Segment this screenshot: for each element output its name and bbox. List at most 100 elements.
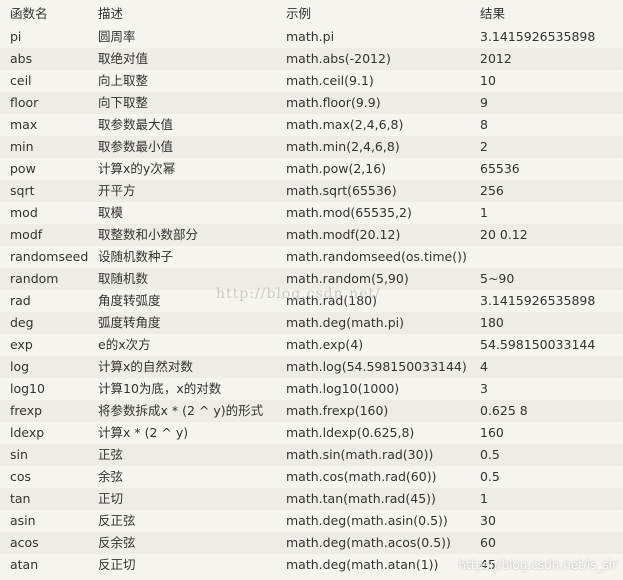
- cell-example: math.pi: [286, 29, 335, 44]
- cell-function-name: acos: [10, 535, 39, 550]
- table-row: min 取参数最小值 math.min(2,4,6,8) 2: [0, 136, 623, 158]
- cell-function-name: pow: [10, 161, 36, 176]
- cell-example: math.random(5,90): [286, 271, 409, 286]
- cell-function-name: abs: [10, 51, 33, 66]
- cell-description: 取参数最小值: [98, 139, 174, 154]
- cell-example: math.deg(math.pi): [286, 315, 404, 330]
- header-example: 示例: [286, 6, 312, 21]
- table-row: floor 向下取整 math.floor(9.9) 9: [0, 92, 623, 114]
- cell-description: 计算10为底，x的对数: [98, 381, 222, 396]
- cell-description: 计算x的y次幂: [98, 161, 176, 176]
- cell-example: math.mod(65535,2): [286, 205, 412, 220]
- cell-result: 256: [480, 183, 504, 198]
- cell-description: 取整数和小数部分: [98, 227, 199, 242]
- cell-example: math.exp(4): [286, 337, 364, 352]
- cell-result: 5~90: [480, 271, 515, 286]
- cell-example: math.rad(180): [286, 293, 377, 308]
- table-row: random 取随机数 math.random(5,90) 5~90: [0, 268, 623, 290]
- cell-result: 0.5: [480, 447, 500, 462]
- header-description: 描述: [98, 6, 124, 21]
- cell-description: 取绝对值: [98, 51, 149, 66]
- cell-example: math.modf(20.12): [286, 227, 401, 242]
- cell-example: math.sin(math.rad(30)): [286, 447, 434, 462]
- cell-description: 弧度转角度: [98, 315, 161, 330]
- cell-function-name: pi: [10, 29, 22, 44]
- cell-function-name: ldexp: [10, 425, 45, 440]
- cell-description: 计算x的自然对数: [98, 359, 193, 374]
- table-row: tan 正切 math.tan(math.rad(45)) 1: [0, 488, 623, 510]
- table-row: ceil 向上取整 math.ceil(9.1) 10: [0, 70, 623, 92]
- cell-example: math.min(2,4,6,8): [286, 139, 400, 154]
- cell-function-name: asin: [10, 513, 36, 528]
- cell-result: 3.1415926535898: [480, 29, 596, 44]
- cell-example: math.frexp(160): [286, 403, 389, 418]
- cell-description: 设随机数种子: [98, 249, 174, 264]
- cell-function-name: random: [10, 271, 59, 286]
- cell-function-name: exp: [10, 337, 33, 352]
- table-row: deg 弧度转角度 math.deg(math.pi) 180: [0, 312, 623, 334]
- cell-description: 取参数最大值: [98, 117, 174, 132]
- cell-example: math.log10(1000): [286, 381, 400, 396]
- cell-function-name: randomseed: [10, 249, 89, 264]
- cell-function-name: max: [10, 117, 38, 132]
- table-row: mod 取模 math.mod(65535,2) 1: [0, 202, 623, 224]
- cell-example: math.cos(math.rad(60)): [286, 469, 437, 484]
- cell-description: 反正弦: [98, 513, 136, 528]
- cell-example: math.sqrt(65536): [286, 183, 397, 198]
- cell-function-name: cos: [10, 469, 32, 484]
- cell-function-name: rad: [10, 293, 31, 308]
- cell-function-name: tan: [10, 491, 31, 506]
- cell-description: e的x次方: [98, 337, 151, 352]
- cell-result: 2: [480, 139, 488, 154]
- table-row: max 取参数最大值 math.max(2,4,6,8) 8: [0, 114, 623, 136]
- cell-example: math.deg(math.asin(0.5)): [286, 513, 448, 528]
- header-function-name: 函数名: [10, 6, 48, 21]
- cell-description: 角度转弧度: [98, 293, 161, 308]
- cell-result: 4: [480, 359, 488, 374]
- cell-result: 9: [480, 95, 488, 110]
- table-row: ldexp 计算x * (2 ^ y) math.ldexp(0.625,8) 160: [0, 422, 623, 444]
- cell-result: 30: [480, 513, 496, 528]
- cell-function-name: log: [10, 359, 30, 374]
- cell-result: 60: [480, 535, 496, 550]
- cell-example: math.tan(math.rad(45)): [286, 491, 436, 506]
- cell-description: 开平方: [98, 183, 136, 198]
- cell-example: math.log(54.598150033144): [286, 359, 467, 374]
- cell-result: 3.1415926535898: [480, 293, 596, 308]
- cell-description: 向上取整: [98, 73, 149, 88]
- cell-description: 正弦: [98, 447, 124, 462]
- cell-description: 余弦: [98, 469, 124, 484]
- cell-result: 10: [480, 73, 496, 88]
- cell-function-name: ceil: [10, 73, 32, 88]
- cell-description: 正切: [98, 491, 124, 506]
- table-row: log10 计算10为底，x的对数 math.log10(1000) 3: [0, 378, 623, 400]
- cell-description: 计算x * (2 ^ y): [98, 425, 189, 440]
- cell-example: math.ceil(9.1): [286, 73, 374, 88]
- table-row: atan 反正切 math.deg(math.atan(1)) 45: [0, 554, 623, 576]
- table-row: pow 计算x的y次幂 math.pow(2,16) 65536: [0, 158, 623, 180]
- cell-result: 45: [480, 557, 496, 572]
- table-body: pi 圆周率 math.pi 3.1415926535898 abs 取绝对值 math.a…: [0, 26, 623, 576]
- table-row: abs 取绝对值 math.abs(-2012) 2012: [0, 48, 623, 70]
- cell-description: 将参数拆成x * (2 ^ y)的形式: [98, 403, 264, 418]
- table-row: pi 圆周率 math.pi 3.1415926535898: [0, 26, 623, 48]
- cell-function-name: modf: [10, 227, 43, 242]
- table-row: sqrt 开平方 math.sqrt(65536) 256: [0, 180, 623, 202]
- table-row: rad 角度转弧度 math.rad(180) 3.1415926535898: [0, 290, 623, 312]
- cell-function-name: frexp: [10, 403, 43, 418]
- cell-result: 0.5: [480, 469, 500, 484]
- table-row: cos 余弦 math.cos(math.rad(60)) 0.5: [0, 466, 623, 488]
- cell-function-name: atan: [10, 557, 39, 572]
- cell-description: 向下取整: [98, 95, 149, 110]
- cell-function-name: sqrt: [10, 183, 35, 198]
- table-row: exp e的x次方 math.exp(4) 54.598150033144: [0, 334, 623, 356]
- header-result: 结果: [480, 6, 506, 21]
- cell-function-name: min: [10, 139, 34, 154]
- cell-function-name: floor: [10, 95, 39, 110]
- cell-description: 取随机数: [98, 271, 149, 286]
- cell-result: 160: [480, 425, 504, 440]
- cell-result: 1: [480, 205, 488, 220]
- cell-description: 取模: [98, 205, 124, 220]
- cell-example: math.floor(9.9): [286, 95, 381, 110]
- cell-example: math.deg(math.atan(1)): [286, 557, 439, 572]
